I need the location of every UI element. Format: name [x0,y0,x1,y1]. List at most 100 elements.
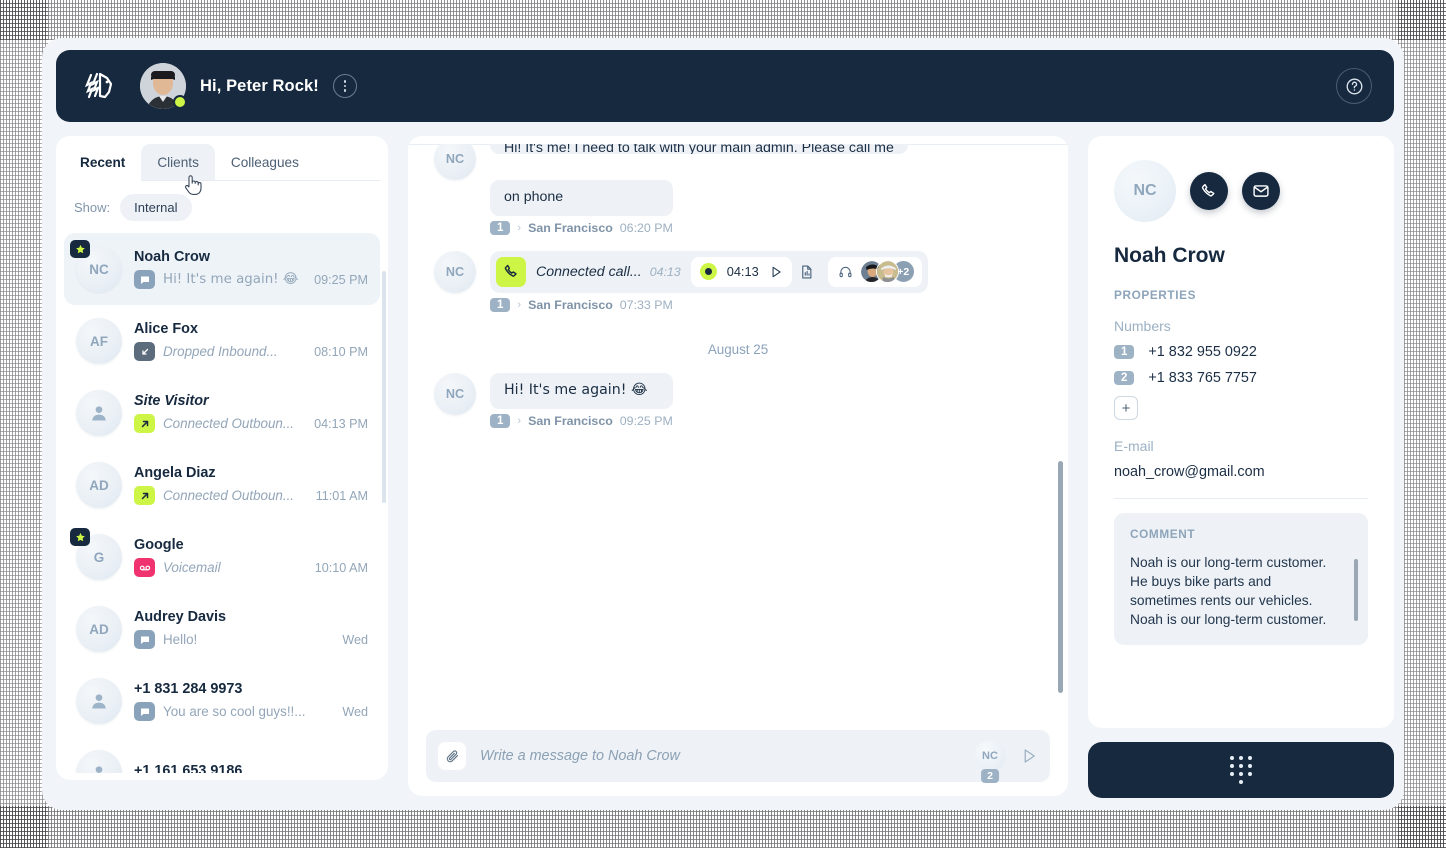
list-item-body: Noah Crow Hi! It's me again! 😂 09:25 PM [134,249,368,289]
add-number-button[interactable]: + [1114,396,1138,420]
avatar: NC [434,372,476,415]
timestamp: 07:33 PM [619,297,673,312]
contact-panel: NC Noah Crow PROPERTIES Numbers 1 +1 832… [1088,136,1394,798]
sender-line-badge: 2 [981,769,999,783]
avatar-initials: NC [89,261,109,277]
list-item[interactable]: AF Alice Fox Dropped Inbound... 08:10 PM [64,305,380,377]
list-item[interactable]: NC Noah Crow Hi! It's me again! 😂 09:25 … [64,233,380,305]
email-contact-button[interactable] [1242,172,1280,210]
help-question-icon[interactable] [1336,68,1372,104]
message-composer[interactable]: NC 2 [426,730,1050,783]
list-item[interactable]: Site Visitor Connected Outboun... 04:13 … [64,377,380,449]
avatar: AF [76,318,122,364]
comment-box[interactable]: COMMENT Noah is our long-term customer. … [1114,513,1368,645]
comment-scrollbar-thumb[interactable] [1354,559,1358,621]
list-item-body: Google Voicemail 10:10 AM [134,537,368,577]
call-contact-button[interactable] [1190,172,1228,210]
star-icon [70,240,90,258]
wolf-head-logo-icon[interactable] [78,66,118,106]
line-badge: 1 [490,297,511,312]
recording-player[interactable]: 04:13 [690,256,792,287]
contact-name: Alice Fox [134,321,198,337]
chevron-right-icon: › [517,221,522,234]
play-icon[interactable] [769,265,783,279]
recording-time: 04:13 [726,264,759,280]
avatar [76,390,122,436]
list-item[interactable]: +1 161 653 9186 [64,737,380,773]
timestamp: 09:25 PM [314,272,368,287]
call-card[interactable]: Connected call... 04:13 04:13 +2 [490,250,928,293]
chat-scrollbar-thumb[interactable] [1058,461,1063,693]
line-badge: 1 [490,413,511,428]
online-status-dot [173,95,187,109]
location-label: San Francisco [528,220,613,235]
timestamp: 09:25 PM [619,413,673,428]
timestamp: Wed [342,632,368,647]
tab-recent[interactable]: Recent [64,144,142,182]
avatar [76,750,122,773]
bubble-column: on phone 1 › San Francisco 06:20 PM [490,180,673,247]
preview-row: Hi! It's me again! 😂 09:25 PM [134,270,368,289]
preview-text: You are so cool guys!!... [163,704,306,719]
participant-avatars: +2 [859,260,915,284]
main-columns: Recent Clients Colleagues Show: Internal… [56,136,1394,798]
send-icon[interactable] [1020,747,1038,765]
message-input[interactable] [480,748,974,764]
sidebar-scrollbar-thumb[interactable] [382,271,386,503]
sender-line-indicator[interactable]: NC 2 [974,740,1006,783]
list-item[interactable]: G Google Voicemail 10:10 AM [64,521,380,593]
tab-colleagues[interactable]: Colleagues [215,144,315,181]
avatar-initials: NC [445,264,465,279]
user-avatar[interactable] [140,63,187,109]
sender-initials: NC [982,750,998,762]
headphones-icon [839,266,852,277]
preview-text: Connected Outboun... [163,488,295,503]
avatar: NC [70,240,122,292]
message-row: on phone 1 › San Francisco 06:20 PM [408,180,1068,247]
line-badge: 1 [490,220,511,235]
contact-name: +1 831 284 9973 [134,681,243,697]
chevron-right-icon: › [517,298,522,311]
contact-name: Audrey Davis [134,609,226,625]
filter-chip-internal[interactable]: Internal [120,194,192,221]
message-meta: 1 › San Francisco 07:33 PM [490,297,928,312]
envelope-icon [1253,185,1269,197]
numbers-label: Numbers [1114,318,1171,334]
preview-row: Hello! Wed [134,630,368,649]
comment-text: Noah is our long-term customer. He buys … [1130,555,1327,628]
avatar-initials: AD [89,621,109,637]
contact-header: NC [1114,160,1368,222]
list-item[interactable]: +1 831 284 9973 You are so cool guys!!..… [64,665,380,737]
call-participants[interactable]: +2 [827,256,922,287]
message-row: NC Hi! It's me! I need to talk with your… [408,144,1068,180]
keypad-icon[interactable] [1229,756,1253,784]
dropped-inbound-icon [134,342,155,361]
timestamp: 11:01 AM [315,488,368,503]
tab-clients[interactable]: Clients [141,144,215,181]
person-icon [95,766,103,773]
list-item[interactable]: AD Angela Diaz Connected Outboun... 11:0… [64,449,380,521]
message-icon [134,702,155,721]
email-value: noah_crow@gmail.com [1114,464,1265,480]
screenshot-stage: Hi, Peter Rock! Recent Clients Colleague… [0,0,1446,848]
contact-name: Site Visitor [134,393,209,409]
dialer-panel[interactable] [1088,742,1394,798]
message-icon [134,270,155,289]
phone-number: +1 833 765 7757 [1148,370,1257,386]
list-item[interactable]: AD Audrey Davis Hello! Wed [64,593,380,665]
phone-number-row[interactable]: 2 +1 833 765 7757 [1114,370,1368,386]
conversation-list[interactable]: NC Noah Crow Hi! It's me again! 😂 09:25 … [56,227,388,773]
noise-edge-right [1398,0,1446,848]
contact-name: Google [134,537,184,553]
more-options-icon[interactable] [332,74,357,98]
transcript-icon[interactable] [794,257,820,287]
timestamp: 08:10 PM [314,344,368,359]
phone-number-row[interactable]: 1 +1 832 955 0922 [1114,344,1368,360]
app-window: Hi, Peter Rock! Recent Clients Colleague… [42,38,1404,810]
preview-row: Connected Outboun... 11:01 AM [134,486,368,505]
avatar: NC [434,250,476,293]
paperclip-icon[interactable] [438,742,466,770]
chat-scroll-area[interactable]: NC Hi! It's me! I need to talk with your… [408,144,1068,732]
avatar-initials: NC [1133,182,1157,199]
avatar [76,678,122,724]
